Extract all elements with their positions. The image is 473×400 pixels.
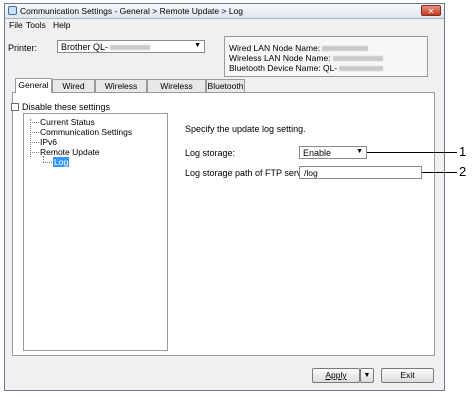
close-icon: ✕ bbox=[427, 7, 435, 16]
menu-file[interactable]: File bbox=[9, 20, 23, 30]
tree-item-communication-settings[interactable]: Communication Settings bbox=[40, 127, 132, 137]
menu-help[interactable]: Help bbox=[53, 20, 70, 30]
window-title: Communication Settings - General > Remot… bbox=[20, 6, 244, 16]
callout-number: 1 bbox=[459, 144, 467, 159]
log-path-input[interactable] bbox=[299, 166, 422, 179]
tree-connector bbox=[30, 142, 39, 143]
apply-label: Apply bbox=[325, 370, 347, 380]
tab-bluetooth[interactable]: Bluetooth bbox=[206, 79, 245, 92]
tree-connector bbox=[43, 162, 52, 163]
callout-line bbox=[422, 172, 457, 173]
log-storage-select[interactable]: Enable ▼ bbox=[299, 146, 367, 159]
callout-number: 2 bbox=[459, 164, 467, 179]
log-storage-value: Enable bbox=[303, 148, 332, 158]
tab-wireless-direct[interactable]: Wireless Direct bbox=[147, 79, 206, 103]
redacted-value bbox=[322, 46, 369, 52]
wireless-lan-node-name: Wireless LAN Node Name: bbox=[229, 53, 331, 63]
log-path-label: Log storage path of FTP server: bbox=[185, 168, 312, 178]
disable-settings-checkbox[interactable] bbox=[11, 103, 19, 111]
app-icon bbox=[8, 6, 17, 15]
chevron-down-icon: ▼ bbox=[194, 42, 201, 49]
redacted-model bbox=[110, 45, 151, 51]
close-button[interactable]: ✕ bbox=[421, 5, 441, 16]
apply-menu-button[interactable]: ▼ bbox=[360, 368, 374, 383]
device-info-box: Wired LAN Node Name: Wireless LAN Node N… bbox=[224, 36, 428, 77]
exit-button[interactable]: Exit bbox=[381, 368, 434, 383]
menu-bar: File Tools Help bbox=[5, 19, 444, 31]
redacted-value bbox=[332, 56, 383, 62]
printer-label: Printer: bbox=[8, 43, 38, 53]
printer-select[interactable]: Brother QL- ▼ bbox=[57, 40, 205, 53]
callout-line bbox=[367, 152, 457, 153]
tree-item-remote-update[interactable]: Remote Update bbox=[40, 147, 100, 157]
bluetooth-device-name: Bluetooth Device Name: QL- bbox=[229, 63, 338, 73]
printer-value: Brother QL- bbox=[61, 42, 109, 52]
tree-item-ipv6[interactable]: IPv6 bbox=[40, 137, 57, 147]
tab-wired-lan[interactable]: Wired LAN bbox=[52, 79, 95, 103]
title-bar: Communication Settings - General > Remot… bbox=[5, 4, 444, 19]
wired-lan-node-name: Wired LAN Node Name: bbox=[229, 43, 321, 53]
chevron-down-icon: ▼ bbox=[356, 148, 363, 155]
log-storage-label: Log storage: bbox=[185, 148, 236, 158]
tab-general[interactable]: General bbox=[15, 78, 52, 93]
disable-settings-label: Disable these settings bbox=[22, 102, 111, 112]
redacted-value bbox=[339, 66, 384, 72]
tree-connector bbox=[30, 152, 39, 153]
tree-connector bbox=[30, 122, 39, 123]
exit-label: Exit bbox=[400, 370, 415, 380]
section-description: Specify the update log setting. bbox=[185, 124, 306, 134]
menu-tools[interactable]: Tools bbox=[26, 20, 46, 30]
tree-item-log[interactable]: Log bbox=[53, 157, 70, 167]
chevron-down-icon: ▼ bbox=[363, 372, 371, 379]
apply-button[interactable]: Apply bbox=[312, 368, 360, 383]
tab-wireless-lan[interactable]: Wireless LAN bbox=[95, 79, 147, 103]
settings-tree: Current Status Communication Settings IP… bbox=[23, 113, 168, 351]
tree-item-current-status[interactable]: Current Status bbox=[40, 117, 95, 127]
tree-connector bbox=[30, 132, 39, 133]
